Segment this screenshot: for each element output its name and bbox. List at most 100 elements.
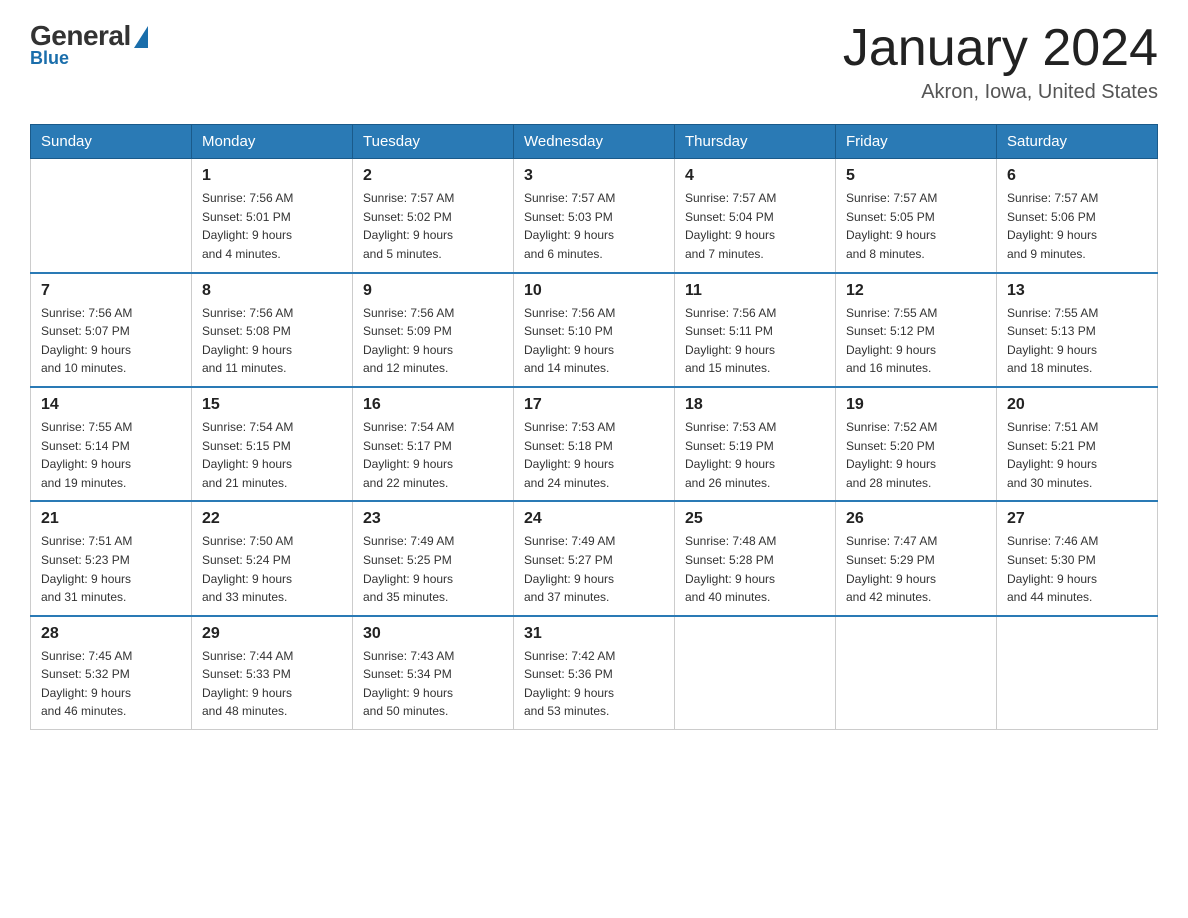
calendar-cell: 27 Sunrise: 7:46 AMSunset: 5:30 PMDayligh… — [997, 501, 1158, 615]
header-thursday: Thursday — [675, 125, 836, 159]
calendar-week-1: 7 Sunrise: 7:56 AMSunset: 5:07 PMDaylight… — [31, 273, 1158, 387]
calendar-week-0: 1 Sunrise: 7:56 AMSunset: 5:01 PMDaylight… — [31, 159, 1158, 273]
calendar-cell: 3 Sunrise: 7:57 AMSunset: 5:03 PMDaylight… — [514, 159, 675, 273]
location-text: Akron, Iowa, United States — [843, 81, 1158, 104]
day-number: 13 — [1007, 282, 1147, 300]
calendar-cell: 9 Sunrise: 7:56 AMSunset: 5:09 PMDaylight… — [353, 273, 514, 387]
day-info: Sunrise: 7:57 AMSunset: 5:05 PMDaylight:… — [846, 189, 986, 263]
day-info: Sunrise: 7:57 AMSunset: 5:06 PMDaylight:… — [1007, 189, 1147, 263]
calendar-cell — [31, 159, 192, 273]
day-info: Sunrise: 7:54 AMSunset: 5:15 PMDaylight:… — [202, 418, 342, 492]
calendar-cell: 18Sunrise: 7:53 AMSunset: 5:19 PMDayligh… — [675, 387, 836, 501]
header-saturday: Saturday — [997, 125, 1158, 159]
day-info: Sunrise: 7:57 AMSunset: 5:04 PMDaylight:… — [685, 189, 825, 263]
logo-triangle-icon — [134, 26, 148, 48]
header-tuesday: Tuesday — [353, 125, 514, 159]
day-info: Sunrise: 7:51 AMSunset: 5:21 PMDaylight:… — [1007, 418, 1147, 492]
day-info: Sunrise: 7:49 AMSunset: 5:27 PMDaylight:… — [524, 532, 664, 606]
day-info: Sunrise: 7:42 AMSunset: 5:36 PMDaylight:… — [524, 647, 664, 721]
day-number: 1 — [202, 167, 342, 185]
day-info: Sunrise: 7:55 AMSunset: 5:14 PMDaylight:… — [41, 418, 181, 492]
day-number: 17 — [524, 396, 664, 414]
day-number: 26 — [846, 510, 986, 528]
calendar-cell: 6 Sunrise: 7:57 AMSunset: 5:06 PMDaylight… — [997, 159, 1158, 273]
calendar-cell — [675, 616, 836, 730]
day-info: Sunrise: 7:49 AMSunset: 5:25 PMDaylight:… — [363, 532, 503, 606]
calendar-cell: 24 Sunrise: 7:49 AMSunset: 5:27 PMDayligh… — [514, 501, 675, 615]
day-info: Sunrise: 7:53 AMSunset: 5:18 PMDaylight:… — [524, 418, 664, 492]
day-info: Sunrise: 7:55 AMSunset: 5:13 PMDaylight:… — [1007, 304, 1147, 378]
calendar-cell: 12Sunrise: 7:55 AMSunset: 5:12 PMDayligh… — [836, 273, 997, 387]
day-number: 2 — [363, 167, 503, 185]
day-info: Sunrise: 7:56 AMSunset: 5:07 PMDaylight:… — [41, 304, 181, 378]
day-info: Sunrise: 7:56 AMSunset: 5:08 PMDaylight:… — [202, 304, 342, 378]
calendar-cell: 19Sunrise: 7:52 AMSunset: 5:20 PMDayligh… — [836, 387, 997, 501]
calendar-week-4: 28 Sunrise: 7:45 AMSunset: 5:32 PMDayligh… — [31, 616, 1158, 730]
calendar-header-row: SundayMondayTuesdayWednesdayThursdayFrid… — [31, 125, 1158, 159]
calendar-cell: 15 Sunrise: 7:54 AMSunset: 5:15 PMDayligh… — [192, 387, 353, 501]
day-number: 15 — [202, 396, 342, 414]
day-number: 8 — [202, 282, 342, 300]
logo-blue-text: Blue — [30, 48, 69, 69]
calendar-cell: 16 Sunrise: 7:54 AMSunset: 5:17 PMDayligh… — [353, 387, 514, 501]
header-monday: Monday — [192, 125, 353, 159]
calendar-cell: 5 Sunrise: 7:57 AMSunset: 5:05 PMDaylight… — [836, 159, 997, 273]
day-info: Sunrise: 7:57 AMSunset: 5:02 PMDaylight:… — [363, 189, 503, 263]
day-number: 7 — [41, 282, 181, 300]
logo: General Blue — [30, 20, 148, 69]
header-friday: Friday — [836, 125, 997, 159]
calendar-cell: 28 Sunrise: 7:45 AMSunset: 5:32 PMDayligh… — [31, 616, 192, 730]
day-number: 5 — [846, 167, 986, 185]
day-info: Sunrise: 7:45 AMSunset: 5:32 PMDaylight:… — [41, 647, 181, 721]
calendar-cell: 22 Sunrise: 7:50 AMSunset: 5:24 PMDayligh… — [192, 501, 353, 615]
calendar-cell: 8 Sunrise: 7:56 AMSunset: 5:08 PMDaylight… — [192, 273, 353, 387]
day-number: 30 — [363, 625, 503, 643]
day-number: 16 — [363, 396, 503, 414]
calendar-cell: 30 Sunrise: 7:43 AMSunset: 5:34 PMDayligh… — [353, 616, 514, 730]
day-info: Sunrise: 7:57 AMSunset: 5:03 PMDaylight:… — [524, 189, 664, 263]
day-info: Sunrise: 7:54 AMSunset: 5:17 PMDaylight:… — [363, 418, 503, 492]
calendar-cell: 2 Sunrise: 7:57 AMSunset: 5:02 PMDaylight… — [353, 159, 514, 273]
day-info: Sunrise: 7:48 AMSunset: 5:28 PMDaylight:… — [685, 532, 825, 606]
day-info: Sunrise: 7:56 AMSunset: 5:11 PMDaylight:… — [685, 304, 825, 378]
day-number: 4 — [685, 167, 825, 185]
calendar-cell: 21 Sunrise: 7:51 AMSunset: 5:23 PMDayligh… — [31, 501, 192, 615]
day-info: Sunrise: 7:51 AMSunset: 5:23 PMDaylight:… — [41, 532, 181, 606]
day-number: 10 — [524, 282, 664, 300]
calendar-cell: 14 Sunrise: 7:55 AMSunset: 5:14 PMDayligh… — [31, 387, 192, 501]
day-info: Sunrise: 7:43 AMSunset: 5:34 PMDaylight:… — [363, 647, 503, 721]
calendar-cell: 7 Sunrise: 7:56 AMSunset: 5:07 PMDaylight… — [31, 273, 192, 387]
day-number: 21 — [41, 510, 181, 528]
calendar-cell: 26Sunrise: 7:47 AMSunset: 5:29 PMDayligh… — [836, 501, 997, 615]
day-number: 14 — [41, 396, 181, 414]
day-info: Sunrise: 7:56 AMSunset: 5:01 PMDaylight:… — [202, 189, 342, 263]
calendar-cell: 20 Sunrise: 7:51 AMSunset: 5:21 PMDayligh… — [997, 387, 1158, 501]
calendar-cell: 23Sunrise: 7:49 AMSunset: 5:25 PMDayligh… — [353, 501, 514, 615]
calendar-cell: 13 Sunrise: 7:55 AMSunset: 5:13 PMDayligh… — [997, 273, 1158, 387]
header-sunday: Sunday — [31, 125, 192, 159]
calendar-cell — [836, 616, 997, 730]
day-info: Sunrise: 7:46 AMSunset: 5:30 PMDaylight:… — [1007, 532, 1147, 606]
day-number: 22 — [202, 510, 342, 528]
day-info: Sunrise: 7:44 AMSunset: 5:33 PMDaylight:… — [202, 647, 342, 721]
day-info: Sunrise: 7:53 AMSunset: 5:19 PMDaylight:… — [685, 418, 825, 492]
day-number: 6 — [1007, 167, 1147, 185]
day-number: 9 — [363, 282, 503, 300]
calendar-week-2: 14 Sunrise: 7:55 AMSunset: 5:14 PMDayligh… — [31, 387, 1158, 501]
day-number: 24 — [524, 510, 664, 528]
day-number: 31 — [524, 625, 664, 643]
day-number: 28 — [41, 625, 181, 643]
header-wednesday: Wednesday — [514, 125, 675, 159]
day-number: 27 — [1007, 510, 1147, 528]
calendar-cell — [997, 616, 1158, 730]
calendar-table: SundayMondayTuesdayWednesdayThursdayFrid… — [30, 124, 1158, 730]
day-number: 19 — [846, 396, 986, 414]
calendar-cell: 1 Sunrise: 7:56 AMSunset: 5:01 PMDaylight… — [192, 159, 353, 273]
day-info: Sunrise: 7:50 AMSunset: 5:24 PMDaylight:… — [202, 532, 342, 606]
day-info: Sunrise: 7:56 AMSunset: 5:09 PMDaylight:… — [363, 304, 503, 378]
title-section: January 2024 Akron, Iowa, United States — [843, 20, 1158, 104]
calendar-cell: 10Sunrise: 7:56 AMSunset: 5:10 PMDayligh… — [514, 273, 675, 387]
day-number: 20 — [1007, 396, 1147, 414]
day-number: 3 — [524, 167, 664, 185]
day-info: Sunrise: 7:55 AMSunset: 5:12 PMDaylight:… — [846, 304, 986, 378]
